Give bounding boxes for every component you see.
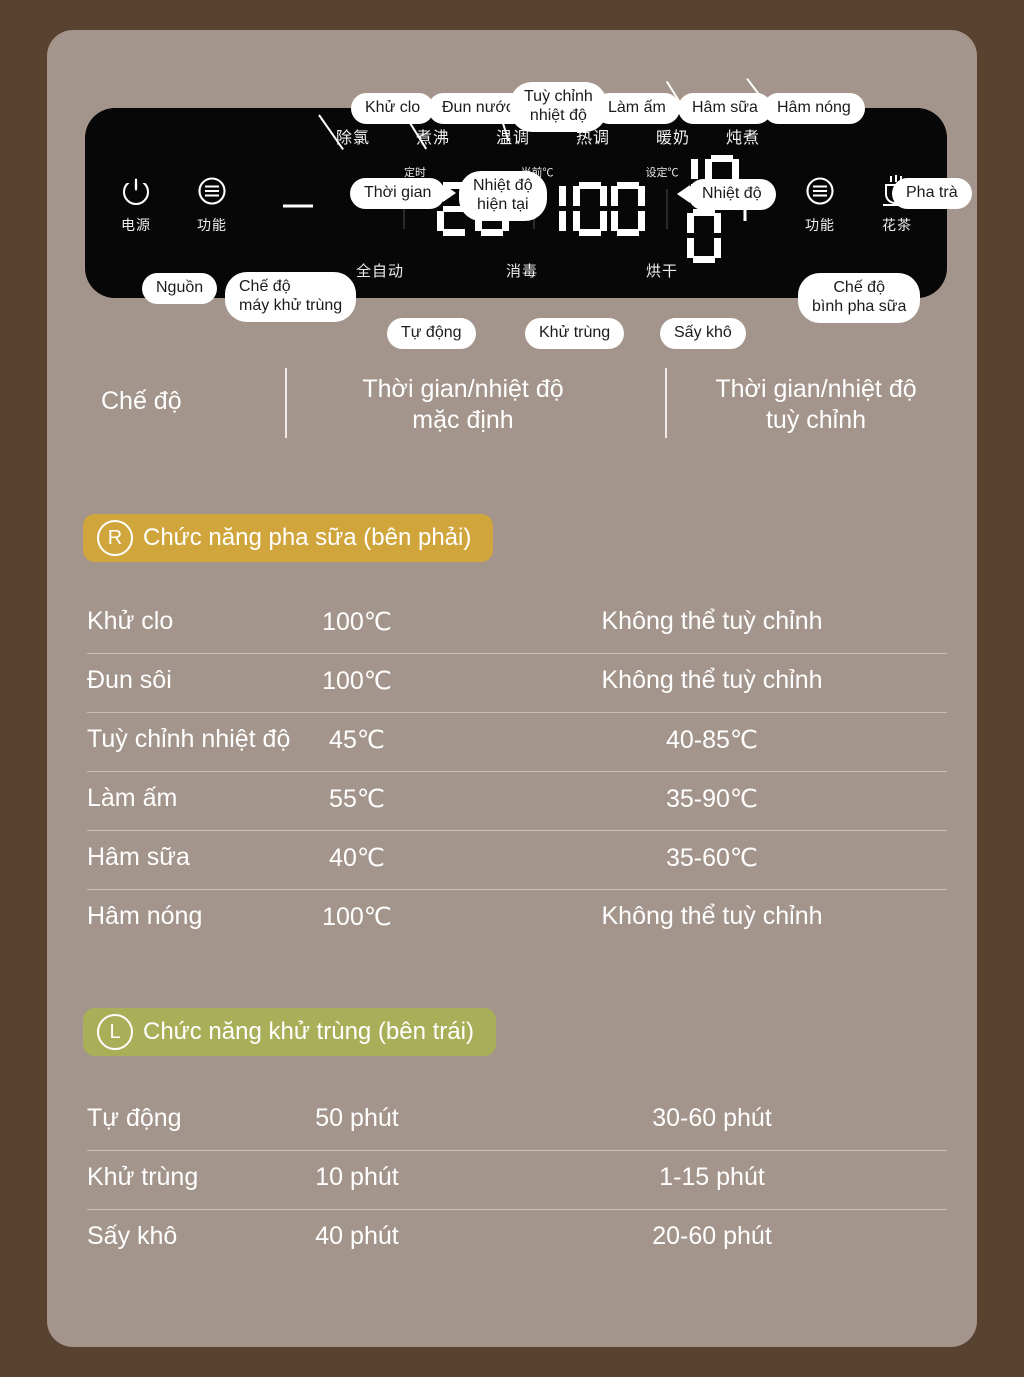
table-row: Tuỳ chỉnh nhiệt độ 45℃ 40-85℃ (87, 713, 947, 772)
menu-icon (788, 174, 852, 214)
cell-default: 100℃ (322, 667, 392, 695)
section-banner-left: L Chức năng khử trùng (bên trái) (83, 1008, 496, 1056)
table-row: Đun sôi 100℃ Không thể tuỳ chỉnh (87, 654, 947, 713)
cell-custom: Không thể tuỳ chỉnh (601, 666, 823, 694)
cell-default: 50 phút (315, 1104, 399, 1132)
cell-mode: Đun sôi (87, 666, 172, 694)
function-button-right[interactable]: 功能 (788, 174, 852, 235)
header-default: Thời gian/nhiệt độ mặc định (362, 375, 564, 434)
cell-mode: Làm ấm (87, 784, 178, 812)
mode-label-boil[interactable]: 煮沸 (416, 124, 450, 148)
bottom-label-dry[interactable]: 烘干 (646, 260, 678, 281)
callout-nhiet-do-hien-tai: Nhiệt độ hiện tại (459, 171, 547, 221)
table-row: Khử clo 100℃ Không thể tuỳ chỉnh (87, 595, 947, 654)
callout-che-do-may-khu-trung: Chế độ máy khử trùng (225, 272, 357, 322)
cell-custom: Không thể tuỳ chỉnh (601, 902, 823, 930)
power-button-label: 电源 (121, 217, 151, 233)
callout-pha-tra: Pha trà (892, 178, 972, 209)
callout-tuy-chinh-nhiet-do: Tuỳ chỉnh nhiệt độ (510, 82, 607, 132)
cell-mode: Sấy khô (87, 1222, 178, 1250)
callout-lam-am: Làm ấm (594, 93, 680, 124)
mode-label-stew[interactable]: 炖煮 (726, 124, 760, 148)
mode-label-row: 除氯 煮沸 温调 热调 暖奶 炖煮 (85, 124, 947, 148)
cell-custom: 20-60 phút (652, 1222, 772, 1250)
cell-mode: Khử clo (87, 607, 174, 635)
section-badge-l: L (97, 1014, 133, 1050)
mode-label-milk-warm[interactable]: 暖奶 (656, 124, 690, 148)
cell-custom: 35-90℃ (665, 785, 759, 813)
cell-default: 55℃ (329, 785, 385, 813)
header-custom: Thời gian/nhiệt độ tuỳ chỉnh (715, 375, 917, 434)
function-button-right-label: 功能 (805, 217, 835, 233)
minus-button[interactable] (280, 188, 316, 229)
table-row: Hâm nóng 100℃ Không thể tuỳ chỉnh (87, 890, 947, 949)
tea-button-label: 花茶 (882, 217, 912, 233)
section-banner-right: R Chức năng pha sữa (bên phải) (83, 514, 494, 562)
cell-default: 40 phút (315, 1222, 399, 1250)
header-mode: Chế độ (101, 387, 182, 415)
menu-icon (180, 174, 244, 214)
callout-nhiet-do: Nhiệt độ (677, 179, 776, 210)
section-badge-r: R (97, 520, 133, 556)
function-button-left[interactable]: 功能 (180, 174, 244, 235)
cell-custom: 1-15 phút (659, 1163, 765, 1191)
section-title-right: Chức năng pha sữa (bên phải) (143, 524, 472, 551)
cell-custom: 35-60℃ (665, 844, 759, 872)
table-row: Khử trùng 10 phút 1-15 phút (87, 1151, 947, 1210)
cell-custom: 40-85℃ (665, 726, 759, 754)
callout-ham-sua: Hâm sữa (678, 93, 772, 124)
cell-mode: Tự động (87, 1104, 182, 1132)
display-current-temp-value (555, 182, 649, 236)
power-icon (104, 174, 168, 214)
callout-khu-clo: Khử clo (351, 93, 435, 124)
section-title-left: Chức năng khử trùng (bên trái) (143, 1018, 474, 1045)
cell-mode: Khử trùng (87, 1163, 199, 1191)
cell-default: 100℃ (322, 903, 392, 931)
callout-nguon: Nguồn (142, 273, 218, 304)
table-header: Chế độ Thời gian/nhiệt độ mặc định Thời … (95, 360, 935, 460)
callout-say-kho: Sấy khô (660, 318, 746, 349)
cell-default: 45℃ (329, 726, 385, 754)
cell-custom: 30-60 phút (652, 1104, 772, 1132)
bottom-label-sterilize[interactable]: 消毒 (506, 260, 538, 281)
function-button-left-label: 功能 (197, 217, 227, 233)
tiny-label-set-temp: 设定℃ (645, 167, 679, 179)
power-button[interactable]: 电源 (104, 174, 168, 235)
table-row: Tự động 50 phút 30-60 phút (87, 1092, 947, 1151)
cell-mode: Hâm nóng (87, 902, 203, 930)
callout-tu-dong: Tự động (387, 318, 476, 349)
cell-custom: Không thể tuỳ chỉnh (601, 607, 823, 635)
cell-default: 100℃ (322, 608, 392, 636)
callout-thoi-gian: Thời gian (350, 178, 457, 209)
table-row: Làm ấm 55℃ 35-90℃ (87, 772, 947, 831)
cell-default: 10 phút (315, 1163, 399, 1191)
table-row: Sấy khô 40 phút 20-60 phút (87, 1210, 947, 1269)
callout-ham-nong: Hâm nóng (763, 93, 865, 124)
table-row: Hâm sữa 40℃ 35-60℃ (87, 831, 947, 890)
callout-che-do-binh-pha-sua: Chế độ bình pha sữa (798, 273, 921, 323)
callout-khu-trung: Khử trùng (525, 318, 625, 349)
cell-default: 40℃ (329, 844, 385, 872)
cell-mode: Hâm sữa (87, 843, 190, 871)
info-card: 除氯 煮沸 温调 热调 暖奶 炖煮 定时 当前℃ 设定℃ 电源 功能 功能 花茶… (47, 30, 977, 1347)
bottom-label-auto[interactable]: 全自动 (356, 260, 404, 281)
